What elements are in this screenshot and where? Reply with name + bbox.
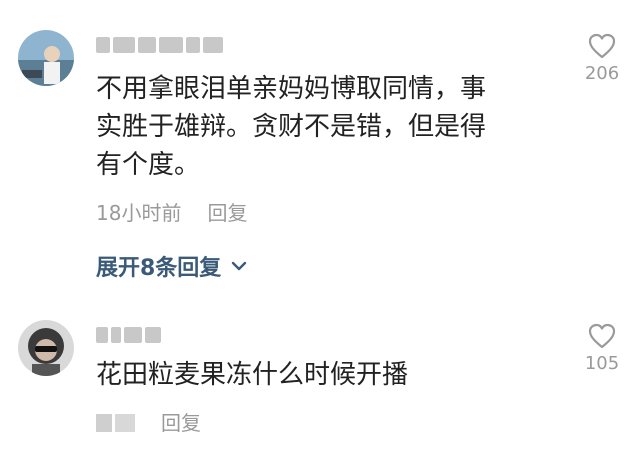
comment-time-blurred — [96, 414, 135, 432]
comment-text: 不用拿眼泪单亲妈妈博取同情，事 实胜于雄辩。贪财不是错，但是得 有个度。 — [96, 74, 487, 180]
comment-item: 花田粒麦果冻什么时候开播 回复 105 — [0, 300, 641, 452]
username-blurred[interactable] — [96, 324, 161, 346]
comment-item: 不用拿眼泪单亲妈妈博取同情，事 实胜于雄辩。贪财不是错，但是得 有个度。 18小… — [0, 0, 641, 290]
like-button[interactable]: 105 — [572, 323, 632, 374]
comment-time: 18小时前 — [96, 201, 182, 225]
chevron-down-icon — [232, 261, 247, 271]
heart-outline-icon — [588, 33, 616, 59]
expand-replies-label: 展开8条回复 — [96, 256, 222, 281]
like-count: 206 — [584, 63, 620, 84]
comment-meta: 回复 — [96, 410, 201, 436]
like-count: 105 — [584, 353, 620, 374]
username-blurred[interactable] — [96, 34, 223, 56]
comment-meta: 18小时前 回复 — [96, 200, 247, 226]
avatar[interactable] — [18, 320, 74, 376]
expand-replies-button[interactable]: 展开8条回复 — [96, 250, 247, 282]
comment-text: 花田粒麦果冻什么时候开播 — [96, 360, 409, 390]
heart-outline-icon — [588, 323, 616, 349]
reply-button[interactable]: 回复 — [161, 410, 201, 436]
avatar[interactable] — [18, 30, 74, 86]
reply-button[interactable]: 回复 — [207, 200, 247, 226]
like-button[interactable]: 206 — [572, 33, 632, 84]
